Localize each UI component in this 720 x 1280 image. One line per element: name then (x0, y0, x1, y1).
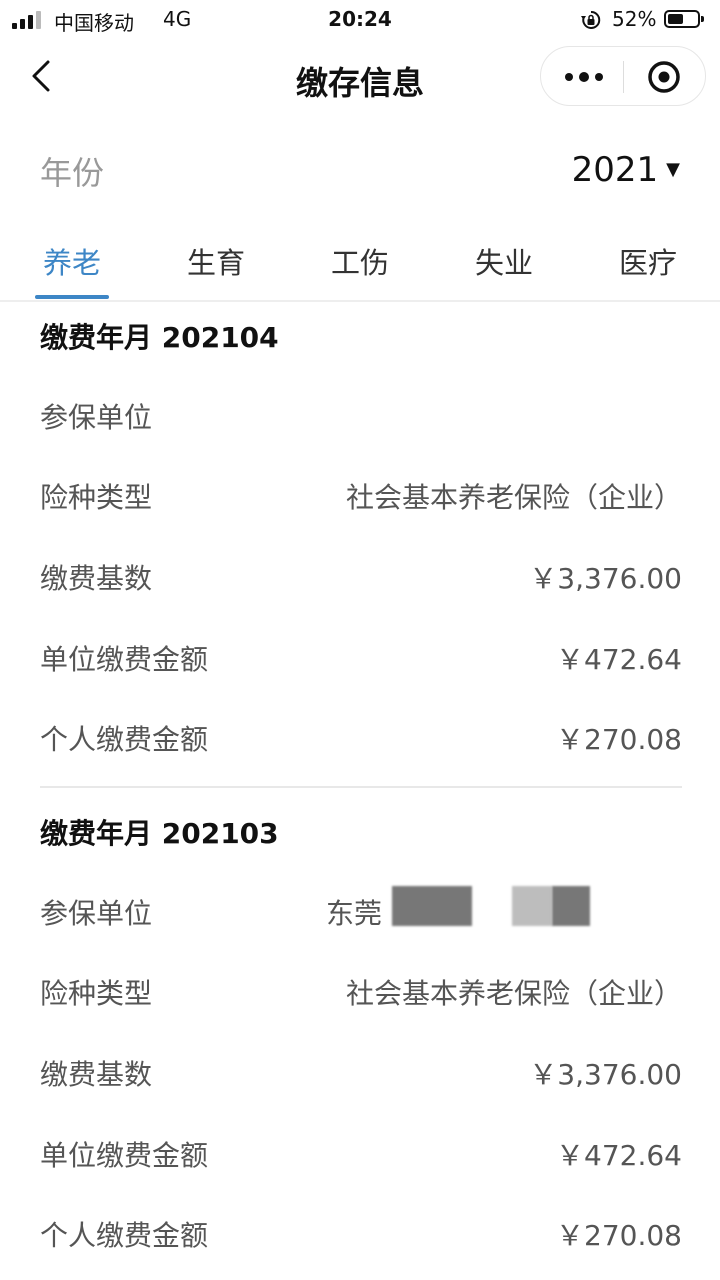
row-label: 参保单位 (40, 401, 153, 434)
row-label: 参保单位 (40, 897, 153, 930)
year-row: 年份 2021 ▼ (0, 130, 720, 210)
record-row-insurance-type: 险种类型 社会基本养老保险（企业） (40, 972, 682, 1012)
capsule-divider (623, 61, 624, 93)
record-row-employer-amount: 单位缴费金额 ￥472.64 (40, 638, 682, 678)
record-row-employer: 参保单位 东莞 (40, 886, 682, 932)
row-value: ￥3,376.00 (529, 1058, 682, 1091)
record-title: 缴费年月 202103 (40, 817, 279, 850)
row-value: ￥270.08 (556, 723, 682, 756)
more-icon[interactable] (563, 63, 605, 89)
year-value: 2021 (571, 150, 659, 190)
rotation-lock-icon (581, 10, 601, 29)
row-value: 社会基本养老保险（企业） (345, 481, 682, 514)
redacted-block (392, 886, 472, 926)
dropdown-caret-icon: ▼ (666, 159, 680, 180)
row-value: ￥472.64 (556, 1139, 682, 1172)
status-bar: 中国移动 4G 20:24 52% (0, 0, 720, 40)
row-label: 险种类型 (40, 977, 153, 1010)
row-value: ￥472.64 (556, 643, 682, 676)
record-divider (40, 786, 682, 788)
tab-unemployment[interactable]: 失业 (432, 240, 576, 282)
tab-work-injury[interactable]: 工伤 (288, 240, 432, 282)
row-label: 缴费基数 (40, 1058, 153, 1091)
battery-percent: 52% (612, 7, 657, 31)
record-row-personal-amount: 个人缴费金额 ￥270.08 (40, 1214, 682, 1254)
redacted-block (512, 886, 552, 926)
row-label: 个人缴费金额 (40, 723, 209, 756)
row-value: 社会基本养老保险（企业） (345, 977, 682, 1010)
record-title: 缴费年月 202104 (40, 321, 279, 354)
row-label: 险种类型 (40, 481, 153, 514)
close-miniprogram-icon[interactable] (647, 60, 681, 94)
row-value: 东莞 (325, 897, 382, 930)
tab-maternity[interactable]: 生育 (144, 240, 288, 282)
record-row-base: 缴费基数 ￥3,376.00 (40, 1053, 682, 1093)
record-row-insurance-type: 险种类型 社会基本养老保险（企业） (40, 476, 682, 516)
row-label: 单位缴费金额 (40, 1139, 209, 1172)
record-row-employer-amount: 单位缴费金额 ￥472.64 (40, 1134, 682, 1174)
battery-icon (664, 10, 704, 28)
nav-bar: 缴存信息 (0, 40, 720, 116)
year-selector[interactable]: 2021 ▼ (572, 150, 680, 190)
record-row-personal-amount: 个人缴费金额 ￥270.08 (40, 718, 682, 758)
record-row-base: 缴费基数 ￥3,376.00 (40, 557, 682, 597)
tab-pension[interactable]: 养老 (0, 240, 144, 282)
miniprogram-capsule (540, 46, 706, 106)
row-label: 个人缴费金额 (40, 1219, 209, 1252)
record-row-employer: 参保单位 (40, 396, 682, 436)
row-value: ￥270.08 (556, 1219, 682, 1252)
redacted-block (552, 886, 590, 926)
tab-medical[interactable]: 医疗 (576, 240, 720, 282)
row-label: 单位缴费金额 (40, 643, 209, 676)
year-label: 年份 (40, 154, 105, 192)
tab-active-indicator (35, 295, 109, 299)
row-value: ￥3,376.00 (529, 562, 682, 595)
row-label: 缴费基数 (40, 562, 153, 595)
insurance-tabs: 养老 生育 工伤 失业 医疗 (0, 222, 720, 302)
